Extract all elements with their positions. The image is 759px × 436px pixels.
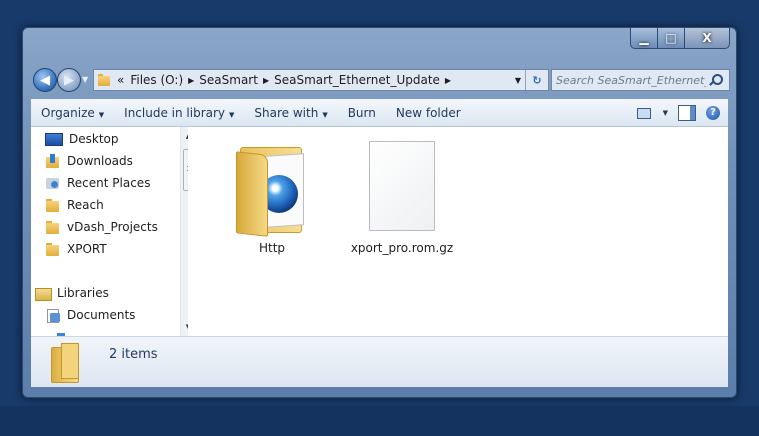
folder-icon (98, 74, 110, 86)
chevron-down-icon: ▼ (229, 110, 235, 119)
minimize-button[interactable]: ▁ (630, 27, 658, 49)
address-bar[interactable]: « Files (O:) ▶ SeaSmart ▶ SeaSmart_Ether… (93, 69, 549, 91)
folder-icon (51, 343, 81, 383)
desktop-background (0, 406, 759, 436)
file-name: Http (258, 241, 286, 255)
nav-item-vdash-projects[interactable]: vDash_Projects (45, 217, 158, 237)
recent-pages-dropdown[interactable]: ▼ (82, 75, 90, 84)
folder-with-globe-icon (236, 141, 308, 237)
blank-document-icon (369, 141, 435, 233)
libraries-icon (35, 286, 52, 301)
breadcrumb-files[interactable]: Files (O:) (127, 73, 186, 87)
item-count: 2 items (109, 347, 158, 362)
new-folder-button[interactable]: New folder (386, 106, 471, 120)
back-arrow-icon: ◀ (40, 72, 50, 88)
file-name: xport_pro.rom.gz (350, 241, 454, 255)
nav-item-documents[interactable]: Documents (45, 305, 135, 325)
nav-item-recent-places[interactable]: Recent Places (45, 173, 150, 193)
breadcrumb-seasmart-ethernet-update[interactable]: SeaSmart_Ethernet_Update (271, 73, 443, 87)
breadcrumb-separator-icon[interactable]: ▶ (186, 76, 196, 85)
nav-item-xport[interactable]: XPORT (45, 239, 107, 259)
navigation-row: ◀ ▶ ▼ « Files (O:) ▶ SeaSmart ▶ SeaSmart… (33, 68, 730, 92)
view-options-chevron-icon[interactable]: ▼ (663, 109, 668, 117)
breadcrumb-separator-icon[interactable]: ▶ (261, 76, 271, 85)
refresh-icon: ↻ (532, 73, 542, 87)
back-button[interactable]: ◀ (33, 68, 57, 92)
documents-icon (45, 308, 61, 323)
breadcrumb-seasmart[interactable]: SeaSmart (196, 73, 261, 87)
navigation-pane: Desktop Downloads Recent Places Reach vD… (31, 127, 189, 336)
nav-item-desktop[interactable]: Desktop (45, 129, 119, 149)
change-view-icon[interactable] (635, 107, 653, 119)
chevron-down-icon: ▼ (98, 110, 105, 119)
refresh-button[interactable]: ↻ (525, 70, 548, 90)
nav-item-downloads[interactable]: Downloads (45, 151, 133, 171)
close-button[interactable]: X (685, 27, 730, 49)
desktop-icon (45, 132, 63, 146)
command-bar: Organize ▼ Include in library ▼ Share with… (31, 99, 728, 127)
caption-buttons: ▁ □ X (630, 27, 730, 49)
address-history-dropdown[interactable]: ▼ (511, 76, 525, 85)
burn-button[interactable]: Burn (338, 106, 386, 120)
folder-icon (45, 198, 61, 212)
breadcrumb-overflow[interactable]: « (114, 73, 127, 87)
help-icon[interactable]: ? (706, 105, 720, 120)
recent-places-icon (45, 176, 61, 190)
search-box (551, 69, 730, 91)
search-input[interactable] (552, 72, 708, 88)
file-list-area: Http xport_pro.rom.gz (188, 127, 728, 336)
breadcrumb-separator-icon[interactable]: ▶ (443, 76, 453, 85)
nav-item-reach[interactable]: Reach (45, 195, 104, 215)
explorer-window: ▁ □ X ◀ ▶ ▼ « Files (O:) ▶ SeaSmart ▶ Se… (22, 27, 737, 398)
chevron-down-icon: ▼ (322, 110, 328, 119)
include-in-library-menu[interactable]: Include in library ▼ (114, 106, 244, 120)
folder-icon (45, 220, 61, 234)
search-icon[interactable] (708, 73, 723, 87)
share-with-menu[interactable]: Share with ▼ (244, 106, 337, 120)
downloads-icon (45, 154, 61, 168)
forward-button[interactable]: ▶ (57, 68, 81, 92)
file-item-http[interactable]: Http (212, 141, 332, 255)
file-item-xport-pro-rom-gz[interactable]: xport_pro.rom.gz (342, 141, 462, 255)
forward-arrow-icon: ▶ (64, 72, 74, 88)
organize-menu[interactable]: Organize ▼ (31, 106, 114, 120)
maximize-button[interactable]: □ (658, 27, 685, 49)
details-pane: 2 items (31, 336, 728, 387)
folder-icon (45, 242, 61, 256)
nav-item-libraries[interactable]: Libraries (35, 283, 109, 303)
preview-pane-icon[interactable] (678, 104, 696, 121)
